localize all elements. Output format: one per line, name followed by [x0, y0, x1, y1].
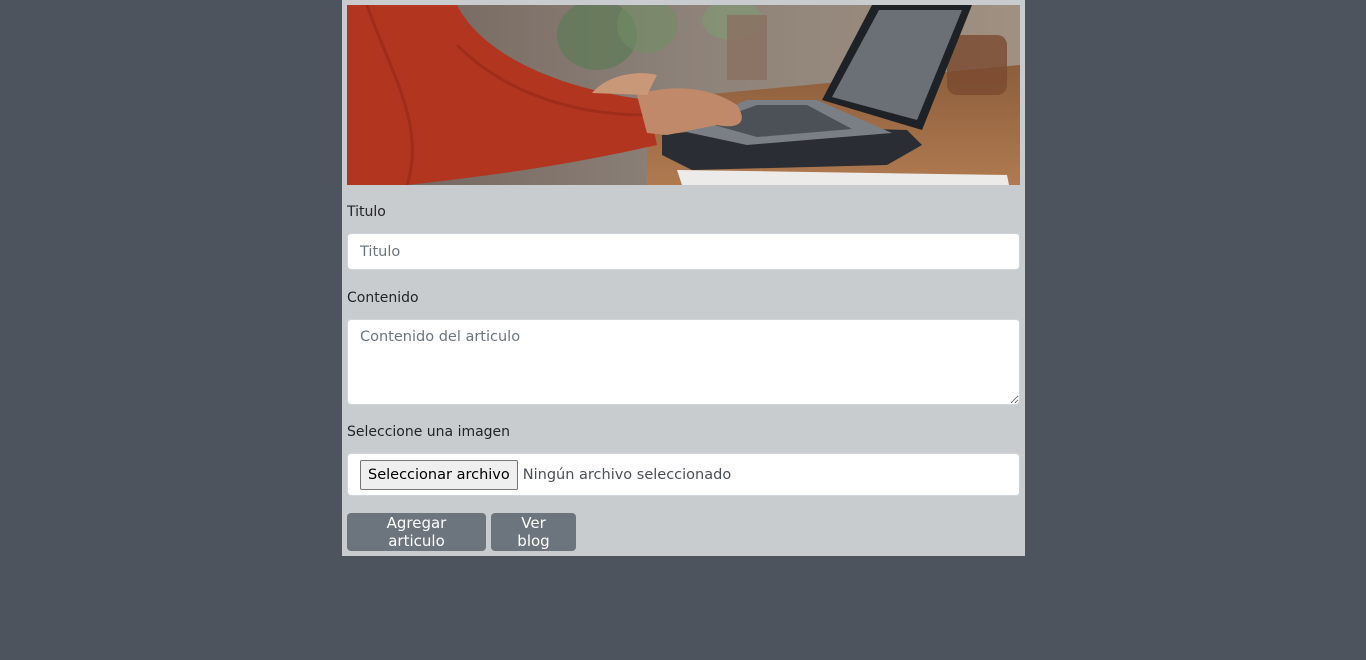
hero-image	[347, 5, 1020, 185]
file-input[interactable]: Seleccionar archivo Ningún archivo selec…	[347, 453, 1020, 496]
add-article-button[interactable]: Agregar articulo	[347, 513, 486, 551]
view-blog-button[interactable]: Ver blog	[491, 513, 576, 551]
choose-file-button[interactable]: Seleccionar archivo	[360, 459, 518, 490]
form-panel: Titulo Contenido Seleccione una imagen S…	[342, 0, 1025, 556]
content-label: Contenido	[347, 290, 419, 306]
image-label: Seleccione una imagen	[347, 424, 511, 440]
laptop-typing-photo-icon	[347, 5, 1020, 185]
title-label: Titulo	[347, 204, 386, 220]
content-textarea[interactable]	[347, 319, 1020, 405]
title-input[interactable]	[347, 233, 1020, 270]
file-status-text: Ningún archivo seleccionado	[522, 466, 732, 483]
